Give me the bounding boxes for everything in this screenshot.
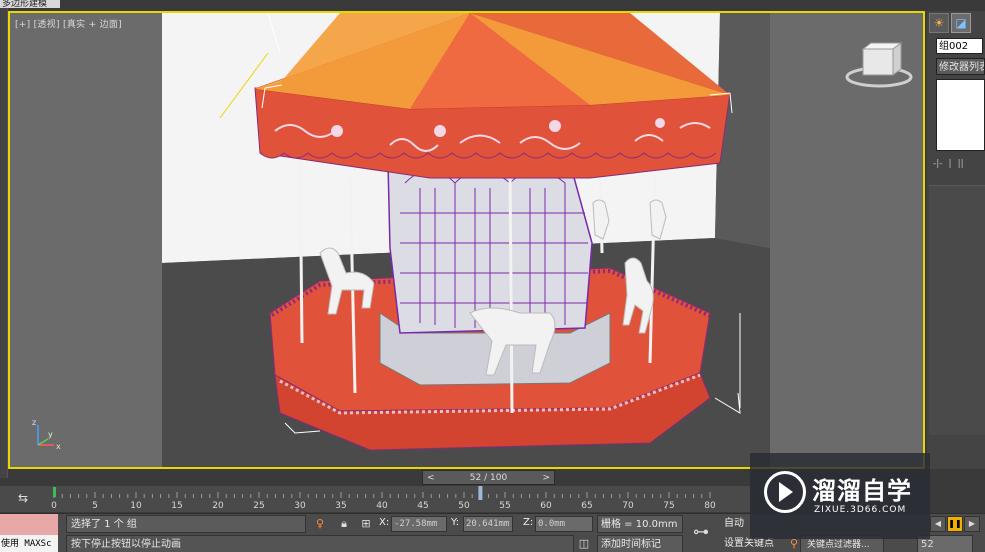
ruler-tick-label: 0 — [51, 501, 57, 511]
lock-selection-icon[interactable]: 🔒︎ — [336, 516, 352, 532]
ruler-tick-label: 55 — [499, 501, 510, 511]
perspective-viewport[interactable]: [+] [透视] [真实 + 边面] z x y — [8, 11, 925, 469]
command-panel: ☀ ◪ 组002 修改器列表 -|- | || — [927, 11, 985, 469]
absolute-mode-icon[interactable]: ⊞ — [358, 516, 374, 532]
ruler-tick-label: 50 — [458, 501, 470, 511]
viewport-label[interactable]: [+] [透视] [真实 + 边面] — [15, 17, 122, 30]
y-label: Y: — [451, 517, 460, 528]
ruler-tick-label: 20 — [212, 501, 224, 511]
x-coordinate-field[interactable]: -27.58mm — [391, 516, 447, 532]
modifier-stack[interactable] — [936, 79, 985, 151]
ruler-tick-label: 75 — [663, 501, 674, 511]
start-frame-marker — [53, 487, 56, 497]
selection-status: 选择了 1 个 组 — [66, 515, 306, 533]
axis-z-label: z — [32, 418, 36, 427]
ruler-tick-label: 70 — [622, 501, 634, 511]
parameters-rollout — [929, 185, 985, 435]
ruler-tick-label: 35 — [335, 501, 346, 511]
prompt-line: 按下停止按钮以停止动画 — [66, 535, 574, 552]
scene-canvas: z x y — [10, 13, 923, 467]
left-toolbar-strip — [0, 8, 8, 478]
maxscript-label[interactable]: 使用 MAXSc — [0, 535, 58, 552]
pause-icon[interactable]: ❚❚ — [947, 516, 963, 532]
ruler-tick-label: 5 — [92, 501, 98, 511]
object-name-field[interactable]: 组002 — [936, 38, 983, 54]
mini-curve-editor-icon[interactable]: ⇆ — [18, 491, 34, 505]
time-prev-button[interactable]: < — [423, 473, 439, 483]
axis-x-label: x — [56, 442, 61, 451]
ruler-tick-label: 40 — [376, 501, 388, 511]
command-tabs: ☀ ◪ — [927, 11, 985, 35]
pin-stack-icon[interactable]: -|- — [933, 159, 943, 169]
make-unique-icon[interactable]: || — [958, 159, 964, 169]
frame-ruler[interactable]: 0 5 10 15 20 25 30 35 40 45 50 55 60 65 70 75 80 — [44, 486, 750, 512]
ruler-tick-label: 30 — [294, 501, 306, 511]
sun-icon[interactable]: ☀ — [929, 13, 949, 33]
key-icon[interactable]: ⊶ — [693, 522, 709, 541]
isolate-selection-icon[interactable]: ♀ — [312, 516, 328, 532]
watermark-url: ZIXUE.3D66.COM — [814, 505, 907, 515]
grid-spacing: 栅格 = 10.0mm — [597, 515, 683, 533]
watermark: 溜溜自学 ZIXUE.3D66.COM — [750, 453, 930, 539]
modify-icon[interactable]: ◪ — [951, 13, 971, 33]
window-title: 多边形建模 — [0, 0, 60, 8]
stack-tools: -|- | || — [933, 157, 985, 171]
ruler-tick-label: 65 — [581, 501, 592, 511]
prev-frame-icon[interactable]: ◀ — [930, 516, 946, 532]
ruler-tick-label: 45 — [417, 501, 428, 511]
ruler-tick-label: 80 — [704, 501, 716, 511]
next-frame-icon[interactable]: ▶ — [964, 516, 980, 532]
watermark-title: 溜溜自学 — [812, 477, 912, 505]
axis-y-label: y — [48, 430, 53, 439]
track-bar[interactable]: ⇆ 0 5 10 15 20 25 30 35 40 45 50 55 60 65 70 75 80 — [0, 486, 750, 512]
ruler-tick-label: 25 — [253, 501, 264, 511]
time-slider[interactable]: < 52 / 100 > — [422, 470, 555, 485]
current-frame-marker — [478, 486, 483, 500]
time-tag-icon[interactable]: ◫ — [576, 536, 592, 552]
time-slider-label: 52 / 100 — [469, 472, 508, 483]
z-label: Z: — [523, 517, 534, 528]
show-end-result-icon[interactable]: | — [949, 159, 952, 169]
watermark-play-logo-icon — [764, 471, 806, 513]
time-next-button[interactable]: > — [538, 473, 554, 483]
z-coordinate-field[interactable]: 0.0mm — [535, 516, 593, 532]
ruler-tick-label: 60 — [540, 501, 552, 511]
y-coordinate-field[interactable]: 20.641mm — [463, 516, 513, 532]
add-time-tag-button[interactable]: 添加时间标记 — [597, 535, 683, 552]
modifier-list-dropdown[interactable]: 修改器列表 — [936, 58, 985, 75]
ruler-tick-label: 15 — [171, 501, 182, 511]
x-label: X: — [379, 517, 390, 528]
ruler-tick-label: 10 — [130, 501, 142, 511]
max-app: 多边形建模 [+] [透视] [真实 + 边面] z x y ☀ ◪ 组002 … — [0, 0, 985, 552]
maxscript-listener[interactable]: 使用 MAXSc — [0, 514, 58, 552]
